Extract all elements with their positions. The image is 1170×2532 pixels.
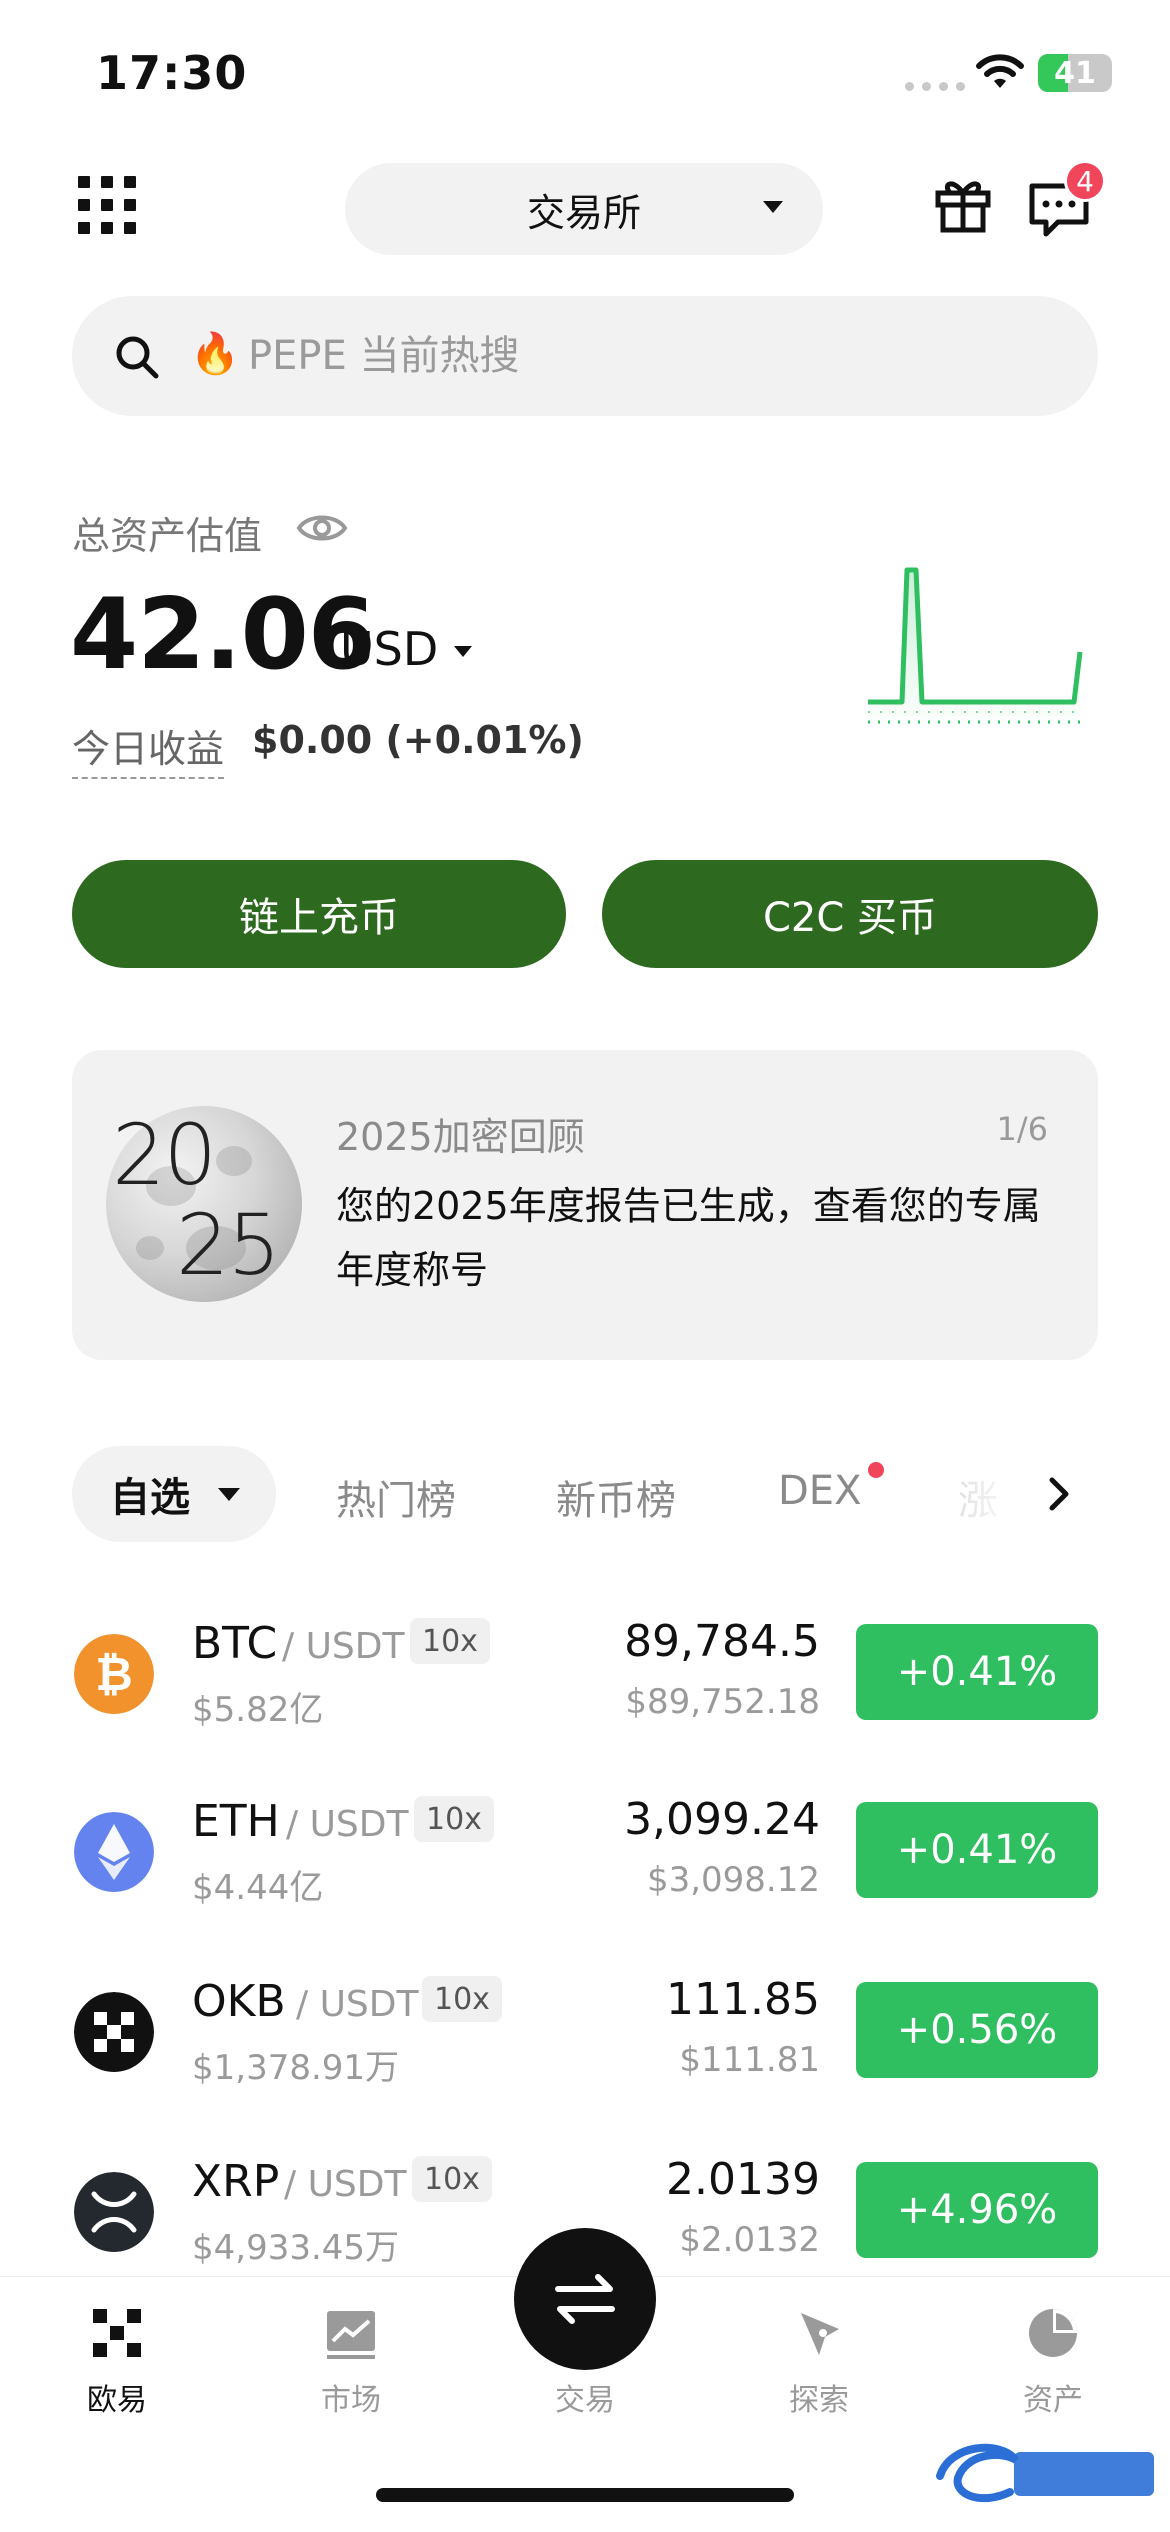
market-row-eth[interactable]: ETH / USDT 10x $4.44亿 3,099.24 $3,098.12… xyxy=(0,1762,1170,1942)
trade-button[interactable] xyxy=(514,2228,656,2370)
nav-home-label: 欧易 xyxy=(87,2383,147,2418)
caret-down-icon xyxy=(218,1488,240,1501)
compass-icon xyxy=(801,2313,839,2355)
last-price: 2.0139 xyxy=(666,2154,820,2205)
swap-arrows-icon xyxy=(555,2274,615,2324)
nav-market-label: 市场 xyxy=(321,2383,381,2418)
price-usd: $2.0132 xyxy=(679,2220,820,2260)
chevron-right-icon[interactable] xyxy=(1046,1474,1072,1514)
caret-down-icon xyxy=(763,201,783,213)
last-price: 89,784.5 xyxy=(624,1616,820,1667)
banner-title: 2025加密回顾 xyxy=(336,1115,585,1159)
nav-explore[interactable]: 探索 xyxy=(702,2277,936,2427)
eye-icon[interactable] xyxy=(296,508,348,548)
change-badge[interactable]: +0.41% xyxy=(856,1624,1098,1720)
battery-level: 41 xyxy=(1054,56,1096,91)
currency-unit-selector[interactable]: USD xyxy=(340,622,438,676)
caret-down-icon xyxy=(454,646,472,657)
banner-year-bottom: 25 xyxy=(176,1196,281,1294)
search-input[interactable] xyxy=(248,320,1048,392)
volume: $4.44亿 xyxy=(192,1868,324,1908)
volume: $1,378.91万 xyxy=(192,2048,400,2088)
tab-new-coins[interactable]: 新币榜 xyxy=(556,1468,676,1526)
change-badge[interactable]: +4.96% xyxy=(856,2162,1098,2258)
nav-assets[interactable]: 资产 xyxy=(936,2277,1170,2427)
year-review-banner[interactable]: 20 25 2025加密回顾 1/6 您的2025年度报告已生成，查看您的专属年… xyxy=(72,1050,1098,1360)
tab-fade xyxy=(940,1446,1040,1542)
market-row-btc[interactable]: ₿ BTC / USDT 10x $5.82亿 89,784.5 $89,752… xyxy=(0,1582,1170,1762)
notification-badge: 4 xyxy=(1064,160,1106,202)
exchange-mode-label: 交易所 xyxy=(526,190,641,235)
cellular-signal-icon xyxy=(905,82,965,91)
fire-icon: 🔥 xyxy=(190,331,240,377)
search-icon xyxy=(116,336,159,379)
pair-base: OKB xyxy=(192,1976,286,2027)
gift-icon[interactable] xyxy=(934,175,992,233)
onchain-deposit-button[interactable]: 链上充币 xyxy=(72,860,566,968)
pair-base: XRP xyxy=(192,2156,280,2207)
today-pnl-label[interactable]: 今日收益 xyxy=(72,718,225,779)
xrp-icon xyxy=(74,2172,154,2252)
total-assets-value: 42.06 xyxy=(70,578,376,692)
banner-page-indicator: 1/6 xyxy=(996,1110,1049,1148)
pair-quote: / USDT xyxy=(284,2164,407,2205)
pair-quote: / USDT xyxy=(282,1626,405,1667)
tab-watchlist-label: 自选 xyxy=(110,1475,190,1521)
nav-explore-label: 探索 xyxy=(789,2383,849,2418)
tab-hot[interactable]: 热门榜 xyxy=(336,1468,456,1526)
tab-dex[interactable]: DEX xyxy=(778,1468,861,1514)
search-bar[interactable]: 🔥 xyxy=(72,296,1098,416)
total-assets-label: 总资产估值 xyxy=(72,514,263,558)
nav-assets-label: 资产 xyxy=(1023,2383,1083,2418)
apps-grid-icon[interactable] xyxy=(78,176,138,236)
pair-base: ETH xyxy=(192,1796,280,1847)
volume: $5.82亿 xyxy=(192,1690,324,1730)
svg-text:₿: ₿ xyxy=(95,1647,133,1701)
tab-dex-dot xyxy=(868,1462,884,1478)
leverage-badge: 10x xyxy=(410,1618,490,1664)
nav-market[interactable]: 市场 xyxy=(234,2277,468,2427)
eth-icon xyxy=(74,1812,154,1892)
volume: $4,933.45万 xyxy=(192,2228,400,2268)
btc-icon: ₿ xyxy=(74,1634,154,1714)
tab-watchlist[interactable]: 自选 xyxy=(72,1446,276,1542)
market-row-okb[interactable]: OKB / USDT 10x $1,378.91万 111.85 $111.81… xyxy=(0,1942,1170,2122)
okx-logo-icon xyxy=(93,2309,141,2357)
wifi-icon xyxy=(976,54,1024,88)
price-usd: $111.81 xyxy=(679,2040,820,2080)
asset-sparkline xyxy=(868,567,1083,732)
okb-icon xyxy=(74,1992,154,2072)
pie-chart-icon xyxy=(1029,2309,1077,2357)
exchange-mode-selector[interactable]: 交易所 xyxy=(345,163,823,255)
pair-base: BTC xyxy=(192,1618,278,1669)
leverage-badge: 10x xyxy=(414,1796,494,1842)
chart-icon xyxy=(327,2311,375,2359)
pair-quote: / USDT xyxy=(296,1984,419,2025)
change-badge[interactable]: +0.56% xyxy=(856,1982,1098,2078)
last-price: 111.85 xyxy=(666,1974,820,2025)
last-price: 3,099.24 xyxy=(624,1794,820,1845)
watermark-logo xyxy=(936,2443,1154,2503)
home-indicator xyxy=(376,2488,794,2502)
today-pnl-value: $0.00 (+0.01%) xyxy=(252,718,584,762)
status-time: 17:30 xyxy=(96,46,248,100)
price-usd: $89,752.18 xyxy=(625,1682,820,1722)
banner-text: 您的2025年度报告已生成，查看您的专属年度称号 xyxy=(336,1184,1041,1292)
nav-home[interactable]: 欧易 xyxy=(0,2277,234,2427)
battery-icon: 41 xyxy=(1038,54,1112,92)
change-badge[interactable]: +0.41% xyxy=(856,1802,1098,1898)
leverage-badge: 10x xyxy=(422,1976,502,2022)
c2c-buy-button[interactable]: C2C 买币 xyxy=(602,860,1098,968)
nav-trade-label: 交易 xyxy=(555,2383,615,2418)
price-usd: $3,098.12 xyxy=(646,1860,820,1900)
banner-year-top: 20 xyxy=(112,1106,217,1204)
pair-quote: / USDT xyxy=(286,1804,409,1845)
leverage-badge: 10x xyxy=(412,2156,492,2202)
